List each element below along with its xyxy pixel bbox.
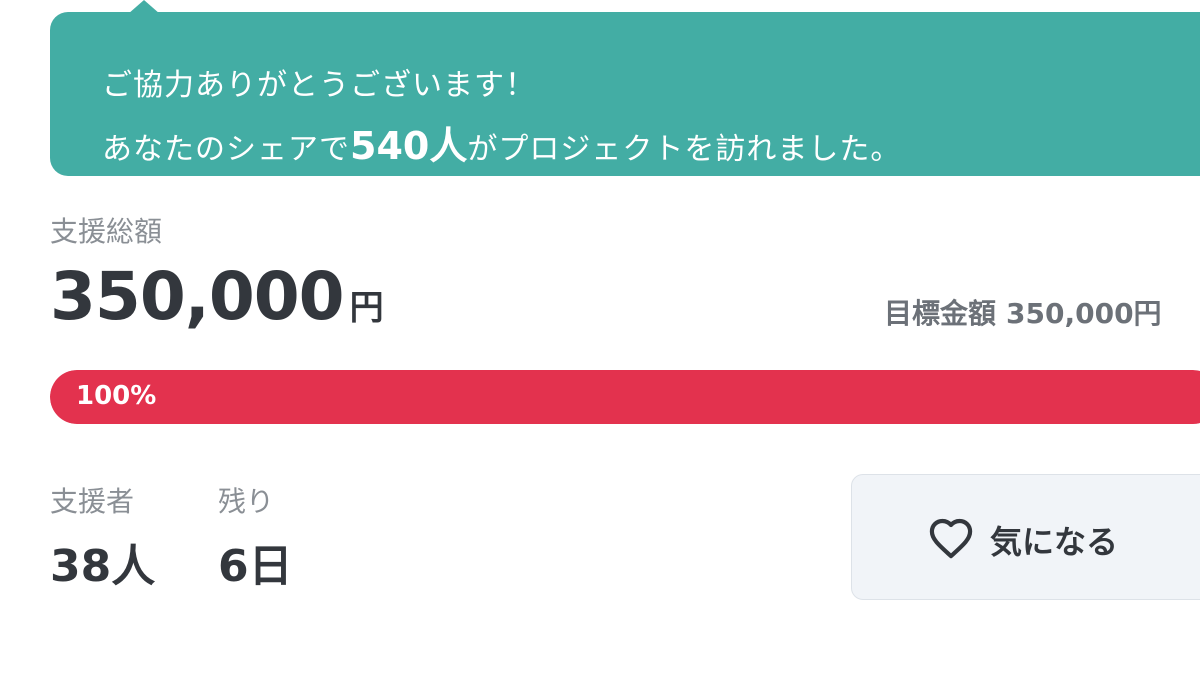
callout-thanks-text: ご協力ありがとうございます！ (102, 68, 536, 103)
heart-icon (929, 518, 973, 559)
favorite-label: 気になる (990, 523, 1119, 561)
project-funding-panel: ご協力ありがとうございます！ あなたのシェアで540人がプロジェクトを訪れました… (0, 0, 1200, 674)
remaining-days-label: 残り (218, 485, 275, 518)
total-funding-unit: 円 (349, 288, 384, 328)
callout-visitors-count: 540人 (350, 124, 468, 168)
callout-visitors-text: あなたのシェアで540人がプロジェクトを訪れました。 (102, 115, 901, 170)
funding-progress-bar: 100% (50, 370, 1200, 424)
progress-fill (50, 370, 1200, 424)
share-thanks-callout: ご協力ありがとうございます！ あなたのシェアで540人がプロジェクトを訪れました… (50, 0, 1200, 176)
supporters-label: 支援者 (50, 485, 135, 518)
total-funding-value: 350,000 (50, 258, 345, 335)
callout-visitors-prefix: あなたのシェアで (102, 132, 350, 167)
remaining-days-value: 6日 (218, 541, 293, 592)
callout-pointer (128, 0, 160, 14)
goal-label: 目標金額 (884, 297, 997, 330)
total-funding-amount: 350,000 円 (50, 258, 384, 335)
goal-value: 350,000円 (1006, 297, 1162, 330)
goal-amount: 目標金額 350,000円 (884, 292, 1162, 332)
supporters-count: 38人 (50, 541, 156, 592)
total-funding-label: 支援総額 (50, 215, 163, 248)
progress-percent: 100% (76, 381, 157, 411)
favorite-button[interactable]: 気になる (851, 474, 1200, 600)
callout-visitors-suffix: がプロジェクトを訪れました。 (467, 132, 902, 167)
